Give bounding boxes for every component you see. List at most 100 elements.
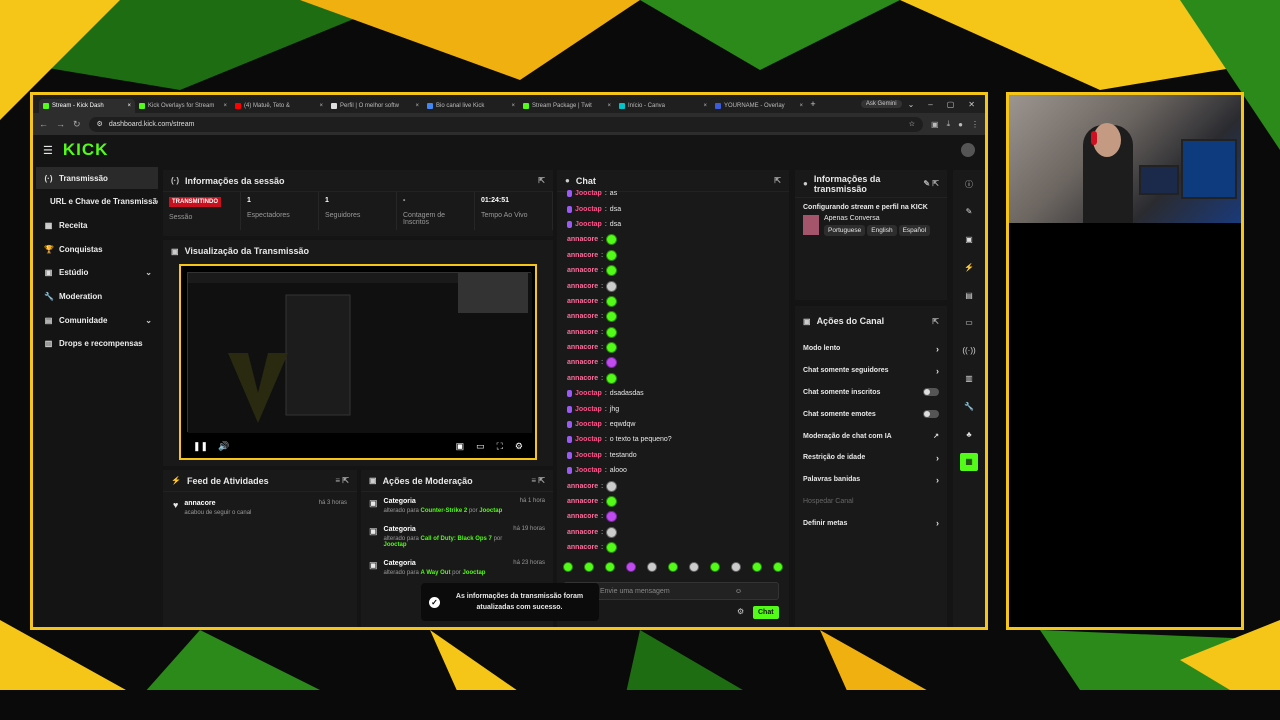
extensions-icon[interactable]: ▣ [931, 120, 939, 129]
chat-username[interactable]: annacore [567, 359, 598, 366]
emote-picker-icon[interactable] [689, 562, 699, 572]
chat-username[interactable]: annacore [567, 498, 598, 505]
user-avatar[interactable] [961, 143, 975, 157]
chat-username[interactable]: Jooctap [575, 190, 602, 197]
chevron-right-icon[interactable]: › [936, 344, 939, 354]
sidebar-item[interactable]: ▦ Receita [36, 214, 158, 236]
browser-tab[interactable]: Início - Canva × [615, 99, 711, 113]
server-icon[interactable]: ▥ [960, 370, 978, 388]
edit-icon[interactable]: ✎ [960, 203, 978, 221]
chat-username[interactable]: annacore [567, 529, 598, 536]
back-arrow-icon[interactable]: ← [39, 119, 48, 129]
emote-picker-icon[interactable] [584, 562, 594, 572]
edit-pencil-icon[interactable]: ✎ ⇱ [923, 179, 939, 188]
emote-picker-icon[interactable] [668, 562, 678, 572]
add-widget-icon[interactable]: ▦ [960, 452, 978, 471]
close-icon[interactable]: ✕ [968, 100, 975, 109]
emote-picker-icon[interactable] [773, 562, 783, 572]
tab-close-icon[interactable]: × [319, 103, 323, 109]
info-icon[interactable]: ⓘ [960, 175, 978, 193]
feed-user[interactable]: annacore [184, 500, 251, 507]
emote-picker-icon[interactable] [605, 562, 615, 572]
sidebar-item[interactable]: (·) Transmissão [36, 167, 158, 189]
browser-tab[interactable]: Stream Package | Twit × [519, 99, 615, 113]
chat-username[interactable]: annacore [567, 252, 598, 259]
chat-username[interactable]: Jooctap [575, 406, 602, 413]
sidebar-item[interactable]: 🔧 Moderation [36, 285, 158, 307]
chat-username[interactable]: annacore [567, 513, 598, 520]
emote-picker-icon[interactable] [710, 562, 720, 572]
tab-close-icon[interactable]: × [799, 103, 803, 109]
sidebar-item[interactable]: ▤ Comunidade ⌄ [36, 309, 158, 331]
sidebar-item[interactable]: ▥ Drops e recompensas [36, 333, 158, 355]
filter-icon[interactable]: ≡ ⇱ [531, 476, 545, 485]
filter-icon[interactable]: ≡ ⇱ [335, 476, 349, 485]
chat-messages[interactable]: Jooctap: as Jooctap: dsa Jooctap: dsa annacore… [557, 184, 789, 557]
download-icon[interactable]: ⤓ [947, 119, 951, 129]
chat-username[interactable]: annacore [567, 544, 598, 551]
forward-arrow-icon[interactable]: → [56, 119, 65, 129]
chat-username[interactable]: Jooctap [575, 390, 602, 397]
chevron-down-icon[interactable]: ⌄ [145, 268, 152, 277]
browser-tab[interactable]: Stream - Kick Dash × [39, 99, 135, 113]
chat-username[interactable]: Jooctap [575, 467, 602, 474]
tab-close-icon[interactable]: × [607, 103, 611, 109]
browser-tab[interactable]: YOURNAME - Overlay × [711, 99, 807, 113]
chat-username[interactable]: annacore [567, 344, 598, 351]
emoji-icon[interactable]: ☺ [735, 588, 742, 595]
bookmark-star-icon[interactable]: ☆ [909, 120, 915, 128]
reload-icon[interactable]: ↻ [73, 119, 81, 130]
chevron-right-icon[interactable]: › [936, 366, 939, 376]
chevron-down-icon[interactable]: ⌄ [145, 316, 152, 325]
chat-username[interactable]: annacore [567, 313, 598, 320]
tab-search-icon[interactable]: ⌄ [908, 100, 915, 109]
chat-username[interactable]: Jooctap [575, 421, 602, 428]
popout-icon[interactable]: ⇱ [932, 317, 939, 326]
emote-picker-icon[interactable] [647, 562, 657, 572]
pip-icon[interactable]: ▣ [456, 441, 465, 452]
url-field[interactable]: ⚙ dashboard.kick.com/stream ☆ [88, 116, 924, 132]
channel-option[interactable]: Modo lento › [795, 338, 947, 360]
chevron-right-icon[interactable]: › [936, 518, 939, 528]
volume-icon[interactable]: 🔊 [218, 441, 229, 452]
channel-option[interactable]: Chat somente seguidores › [795, 360, 947, 382]
chat-username[interactable]: Jooctap [575, 436, 602, 443]
new-tab-button[interactable]: + [807, 99, 819, 109]
browser-tab[interactable]: Kick Overlays for Stream × [135, 99, 231, 113]
sidebar-item[interactable]: 🏆 Conquistas [36, 238, 158, 260]
tab-close-icon[interactable]: × [703, 103, 707, 109]
tab-close-icon[interactable]: × [223, 103, 227, 109]
pause-icon[interactable]: ❚❚ [193, 441, 208, 452]
channel-option[interactable]: Palavras banidas › [795, 469, 947, 491]
chat-settings-icon[interactable]: ⚙ [737, 607, 744, 616]
popout-icon[interactable]: ⇱ [538, 176, 545, 185]
broadcast-icon[interactable]: ((·)) [960, 342, 978, 360]
popout-icon[interactable]: ⇱ [774, 176, 781, 185]
browser-tab[interactable]: Bio canal live Kick × [423, 99, 519, 113]
channel-option[interactable]: Restrição de idade › [795, 447, 947, 469]
chat-icon[interactable]: ▭ [960, 314, 978, 332]
channel-option[interactable]: Chat somente emotes [795, 403, 947, 425]
external-link-icon[interactable]: ↗ [933, 432, 939, 440]
chat-username[interactable]: Jooctap [575, 452, 602, 459]
fullscreen-icon[interactable]: ⛶ [497, 441, 503, 452]
chat-username[interactable]: annacore [567, 267, 598, 274]
site-info-icon[interactable]: ⚙ [97, 120, 103, 128]
channel-option[interactable]: Definir metas › [795, 512, 947, 534]
channel-option[interactable]: Chat somente inscritos [795, 382, 947, 404]
bolt-icon[interactable]: ⚡ [960, 258, 978, 276]
chat-username[interactable]: Jooctap [575, 221, 602, 228]
wrench-icon[interactable]: 🔧 [960, 397, 978, 415]
tab-close-icon[interactable]: × [415, 103, 419, 109]
emote-picker-icon[interactable] [752, 562, 762, 572]
chat-username[interactable]: annacore [567, 483, 598, 490]
toggle-switch[interactable] [923, 410, 939, 419]
chat-username[interactable]: annacore [567, 329, 598, 336]
send-chat-button[interactable]: Chat [753, 606, 779, 619]
sidebar-item[interactable]: ▣ Estúdio ⌄ [36, 262, 158, 284]
browser-tab[interactable]: Perfil | O melhor softw × [327, 99, 423, 113]
emote-picker-icon[interactable] [563, 562, 573, 572]
chat-username[interactable]: annacore [567, 236, 598, 243]
profile-icon[interactable]: ● [958, 120, 963, 129]
ask-gemini-button[interactable]: Ask Gemini [860, 100, 902, 108]
